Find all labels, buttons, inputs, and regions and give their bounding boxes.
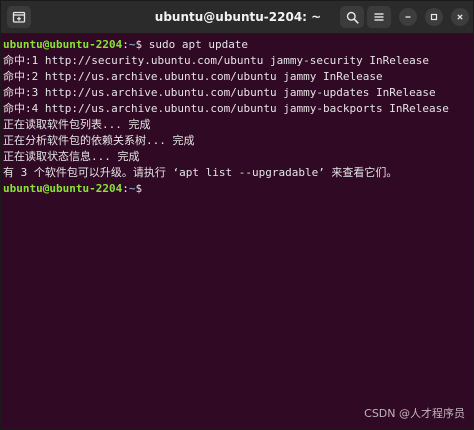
output-line: 有 3 个软件包可以升级。请执行 ‘apt list --upgradable’… <box>3 166 398 179</box>
prompt-separator: : <box>122 38 129 51</box>
close-icon <box>457 14 463 20</box>
text-cursor <box>149 181 156 194</box>
search-button[interactable] <box>340 6 364 28</box>
output-line: 正在分析软件包的依赖关系树... 完成 <box>3 134 195 147</box>
output-line: 命中:4 http://us.archive.ubuntu.com/ubuntu… <box>3 102 449 115</box>
minimize-icon <box>405 16 411 18</box>
prompt-symbol: $ <box>135 38 149 51</box>
command-text: sudo apt update <box>148 38 249 51</box>
output-line: 正在读取状态信息... 完成 <box>3 150 140 163</box>
output-line: 命中:3 http://us.archive.ubuntu.com/ubuntu… <box>3 86 436 99</box>
close-button[interactable] <box>451 8 469 26</box>
output-line: 命中:2 http://us.archive.ubuntu.com/ubuntu… <box>3 70 383 83</box>
maximize-button[interactable] <box>425 8 443 26</box>
maximize-icon <box>430 13 438 21</box>
prompt-line: ubuntu@ubuntu-2204:~$ <box>3 181 473 197</box>
prompt-user-host: ubuntu@ubuntu-2204 <box>3 38 123 51</box>
prompt-symbol: $ <box>135 182 149 195</box>
output-line: 命中:1 http://security.ubuntu.com/ubuntu j… <box>3 54 429 67</box>
terminal-output[interactable]: ubuntu@ubuntu-2204:~$ sudo apt update 命中… <box>1 34 473 429</box>
output-line: 正在读取软件包列表... 完成 <box>3 118 151 131</box>
prompt-line: ubuntu@ubuntu-2204:~$ sudo apt update <box>3 37 473 53</box>
search-icon <box>346 11 359 24</box>
title-bar[interactable]: ubuntu@ubuntu-2204: ~ <box>1 1 473 34</box>
terminal-window: ubuntu@ubuntu-2204: ~ ubuntu@ubuntu-2204… <box>0 0 474 430</box>
minimize-button[interactable] <box>399 8 417 26</box>
prompt-user-host: ubuntu@ubuntu-2204 <box>3 182 123 195</box>
menu-button[interactable] <box>367 6 391 28</box>
new-tab-icon <box>12 11 26 23</box>
hamburger-menu-icon <box>374 13 384 21</box>
new-tab-button[interactable] <box>7 6 31 28</box>
watermark: CSDN @人才程序员 <box>364 407 465 420</box>
prompt-separator: : <box>122 182 129 195</box>
